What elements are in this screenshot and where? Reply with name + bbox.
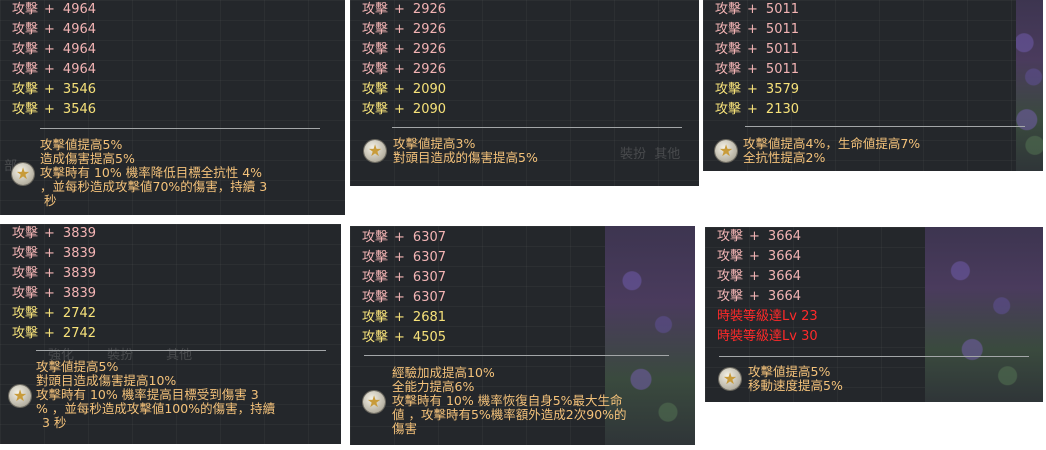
tooltip-panel-5: 攻擊 +6307 攻擊 +6307 攻擊 +6307 攻擊 +6307 攻擊 +2681 … bbox=[350, 226, 695, 445]
set-effect-line: 攻擊値提高5% bbox=[36, 359, 119, 374]
star-icon: ★ bbox=[363, 391, 385, 413]
stat-line: 攻擊 +6307 bbox=[362, 230, 447, 245]
stat-line: 時裝等級達Lv 30 bbox=[717, 329, 818, 344]
stat-line: 攻擊 +2681 bbox=[362, 310, 447, 325]
set-effect-line: ，並每秒造成攻擊値70%的傷害，持續 3 bbox=[40, 179, 268, 194]
stat-line: 攻擊 +6307 bbox=[362, 270, 447, 285]
set-effect-line: 傷害 bbox=[392, 421, 418, 436]
stat-line: 攻擊 +3839 bbox=[12, 286, 97, 301]
set-effect-line: 對頭目造成傷害提高10% bbox=[36, 373, 177, 388]
stat-line: 攻擊 +4964 bbox=[12, 2, 97, 17]
divider bbox=[719, 356, 1029, 357]
set-effect-line: 經驗加成提高10% bbox=[392, 365, 495, 380]
set-effect-line: 造成傷害提高5% bbox=[40, 151, 135, 166]
set-effect-line: 攻擊値提高4%，生命値提高7% bbox=[743, 136, 921, 151]
background-flower-art bbox=[925, 227, 1043, 402]
stat-line: 攻擊 +4964 bbox=[12, 42, 97, 57]
set-effect-line: 移動速度提高5% bbox=[748, 378, 843, 393]
set-effect-line: 攻擊時有 10% 機率提高目標受到傷害 3 bbox=[36, 387, 259, 402]
set-effect-line: 攻擊時有 10% 機率降低目標全抗性 4% bbox=[40, 165, 263, 180]
stat-line: 攻擊 +2090 bbox=[362, 102, 447, 117]
stat-line: 攻擊 +4505 bbox=[362, 330, 447, 345]
tooltip-panel-6: 攻擊 +3664 攻擊 +3664 攻擊 +3664 攻擊 +3664 時裝等級達Lv … bbox=[705, 227, 1043, 402]
set-effect-line: 全能力提高6% bbox=[392, 379, 475, 394]
stat-line: 攻擊 +5011 bbox=[715, 42, 800, 57]
star-icon: ★ bbox=[715, 140, 737, 162]
tooltip-panel-4: 強化 裝扮 其他 攻擊 +3839 攻擊 +3839 攻擊 +3839 攻擊 +3839… bbox=[0, 224, 341, 444]
tooltip-panel-1: 部 攻擊 +4964 攻擊 +4964 攻擊 +4964 攻擊 +4964 攻擊 +354… bbox=[0, 0, 345, 215]
set-effect-line: 攻擊値提高5% bbox=[40, 137, 123, 152]
stat-line: 攻擊 +3664 bbox=[717, 269, 802, 284]
stat-line: 攻擊 +3664 bbox=[717, 249, 802, 264]
divider bbox=[36, 350, 326, 351]
stat-line: 攻擊 +2926 bbox=[362, 42, 447, 57]
background-flower-art bbox=[1016, 0, 1043, 171]
star-icon: ★ bbox=[12, 163, 34, 185]
stat-line: 攻擊 +3664 bbox=[717, 289, 802, 304]
set-effect-line: 秒 bbox=[44, 193, 57, 208]
stat-line: 攻擊 +2742 bbox=[12, 326, 97, 341]
divider bbox=[745, 126, 1025, 127]
stat-line: 攻擊 +2090 bbox=[362, 82, 447, 97]
stat-line: 攻擊 +2130 bbox=[715, 102, 800, 117]
stat-line: 攻擊 +3839 bbox=[12, 246, 97, 261]
stat-line: 攻擊 +2926 bbox=[362, 22, 447, 37]
set-effect-line: 對頭目造成的傷害提高5% bbox=[393, 150, 538, 165]
star-icon: ★ bbox=[364, 140, 386, 162]
stat-line: 攻擊 +2926 bbox=[362, 2, 447, 17]
set-effect-line: % ，並每秒造成攻擊値100%的傷害，持續 bbox=[36, 401, 276, 416]
tooltip-panel-2: 裝扮 其他 攻擊 +2926 攻擊 +2926 攻擊 +2926 攻擊 +2926 攻擊… bbox=[350, 0, 699, 186]
set-effect-line: 値 ，攻擊時有5%機率額外造成2次90%的 bbox=[392, 407, 627, 422]
stat-line: 攻擊 +3839 bbox=[12, 226, 97, 241]
stat-line: 攻擊 +3579 bbox=[715, 82, 800, 97]
divider bbox=[392, 127, 682, 128]
stat-line: 攻擊 +5011 bbox=[715, 22, 800, 37]
stat-line: 攻擊 +6307 bbox=[362, 250, 447, 265]
divider bbox=[40, 128, 320, 129]
star-icon: ★ bbox=[719, 368, 741, 390]
set-effect-line: 全抗性提高2% bbox=[743, 150, 826, 165]
ghost-tab-row: 裝扮 其他 bbox=[620, 147, 681, 162]
tooltip-panel-3: 攻擊 +5011 攻擊 +5011 攻擊 +5011 攻擊 +5011 攻擊 +3579 … bbox=[703, 0, 1043, 171]
star-icon: ★ bbox=[9, 385, 31, 407]
stat-line: 攻擊 +3664 bbox=[717, 229, 802, 244]
set-effect-line: 攻擊時有 10% 機率恢復自身5%最大生命 bbox=[392, 393, 623, 408]
set-effect-line: 攻擊値提高3% bbox=[393, 136, 476, 151]
stat-line: 攻擊 +5011 bbox=[715, 62, 800, 77]
stat-line: 攻擊 +5011 bbox=[715, 2, 800, 17]
set-effect-line: 攻擊値提高5% bbox=[748, 364, 831, 379]
stat-line: 攻擊 +2926 bbox=[362, 62, 447, 77]
stat-line: 攻擊 +6307 bbox=[362, 290, 447, 305]
stat-line: 攻擊 +3546 bbox=[12, 82, 97, 97]
divider bbox=[364, 355, 669, 356]
stat-line: 攻擊 +4964 bbox=[12, 62, 97, 77]
stat-line: 攻擊 +2742 bbox=[12, 306, 97, 321]
stat-line: 攻擊 +4964 bbox=[12, 22, 97, 37]
stat-line: 攻擊 +3546 bbox=[12, 102, 97, 117]
set-effect-line: 3 秒 bbox=[42, 415, 67, 430]
stat-line: 攻擊 +3839 bbox=[12, 266, 97, 281]
stat-line: 時裝等級達Lv 23 bbox=[717, 309, 818, 324]
